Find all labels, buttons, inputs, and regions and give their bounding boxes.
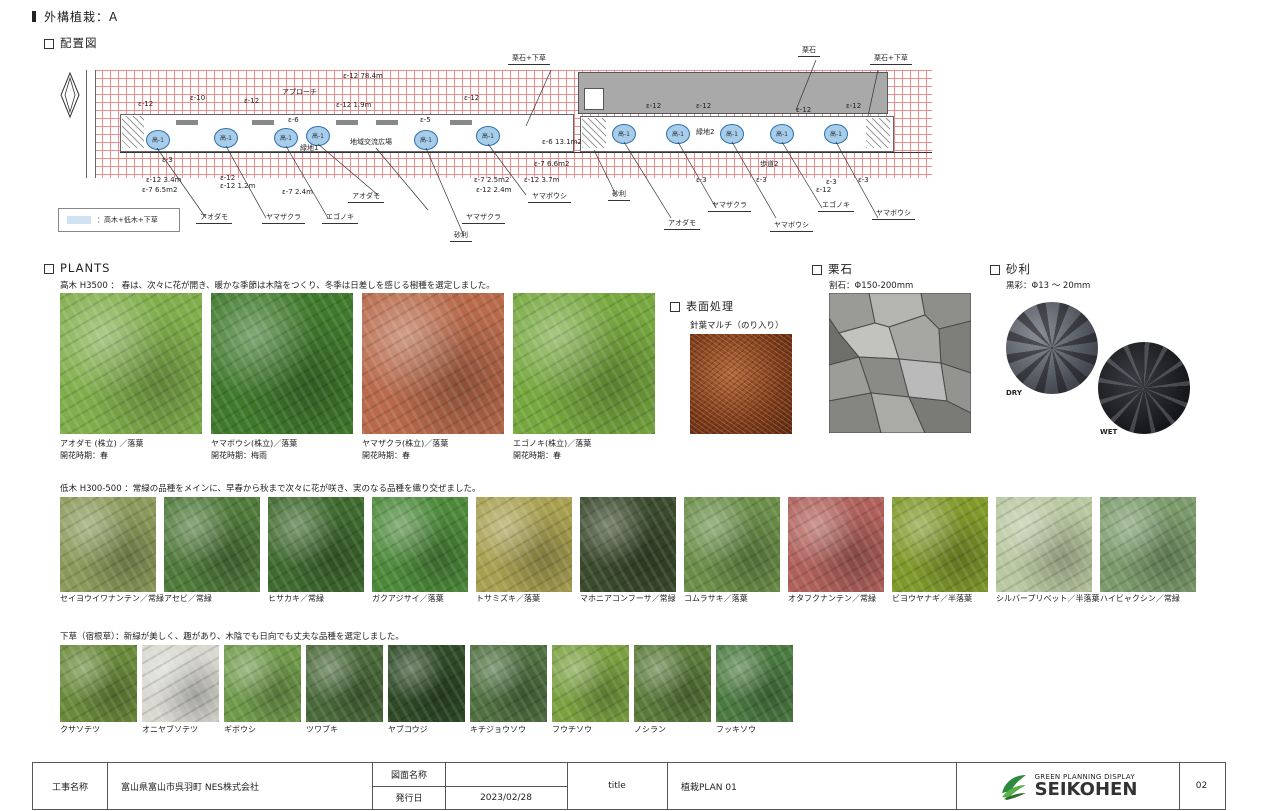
ground-cover-photo [470, 645, 547, 722]
callout-kuriishi: 栗石 [798, 45, 820, 57]
low-shrub-photo [788, 497, 884, 592]
project-label: 工事名称 [33, 763, 108, 809]
drawing-label: 図面名称 [373, 763, 446, 787]
low-shrub-photo [164, 497, 260, 592]
callout-jari: 砂利 [450, 230, 472, 242]
jari-dry-photo [1006, 302, 1098, 394]
callout-aodamo: アオダモ [348, 191, 384, 203]
ground-cover-name: ギボウシ [224, 725, 256, 734]
issue-value: 2023/02/28 [445, 786, 568, 809]
callout-aodamo: アオダモ [664, 218, 700, 230]
ground-cover-photo [224, 645, 301, 722]
ground-cover-name: オニヤブソテツ [142, 725, 198, 734]
tall-tree-photo [362, 293, 504, 434]
jari-caption: 黒彩：Φ13 ～ 20mm [1006, 281, 1091, 291]
low-shrub-name: シルバープリベット／半落葉 [996, 594, 1100, 603]
low-shrub-photo [372, 497, 468, 592]
title-value: 植栽PLAN 01 [667, 763, 957, 809]
ground-cover-photo [60, 645, 137, 722]
low-shrub-photo [268, 497, 364, 592]
callout-kuriishi-shitakusa: 栗石+下草 [870, 53, 912, 65]
low-shrub-name: ハイビャクシン／常緑 [1100, 594, 1180, 603]
low-shrub-name: コムラサキ／落葉 [684, 594, 748, 603]
mulch-photo [690, 334, 792, 434]
jari-wet-photo [1098, 342, 1190, 434]
ground-cover-photo [634, 645, 711, 722]
callout-yamazakura: ヤマザクラ [708, 200, 751, 212]
plan-legend: ：高木+低木+下草 [58, 208, 180, 232]
callout-egonoki: エゴノキ [322, 212, 358, 224]
low-shrub-name: オタフクナンテン／常緑 [788, 594, 876, 603]
page-number: 02 [1195, 781, 1208, 791]
tall-tree-bloom: 開花時期：春 [513, 451, 561, 460]
low-shrub-photo [580, 497, 676, 592]
ground-cover-name: キチジョウソウ [470, 725, 526, 734]
surface-caption: 針葉マルチ（のり入り） [690, 321, 784, 331]
low-shrub-photo [1100, 497, 1196, 592]
low-shrub-photo [476, 497, 572, 592]
kuriishi-photo [829, 293, 971, 433]
callout-aodamo: アオダモ [196, 212, 232, 224]
tall-tree-photo [211, 293, 353, 434]
ground-cover-photo [552, 645, 629, 722]
title-block: 工事名称 富山県富山市呉羽町 NES株式会社 図面名称 発行日 2023/02/… [32, 762, 1226, 810]
low-shrub-name: ヒサカキ／常緑 [268, 594, 324, 603]
tall-tree-name: ヤマボウシ(株立)／落葉 [211, 439, 298, 448]
tall-tree-bloom: 開花時期：梅雨 [211, 451, 267, 460]
tall-tree-name: アオダモ (株立) ／落葉 [60, 439, 144, 448]
callout-egonoki: エゴノキ [818, 200, 854, 212]
ground-cover-name: ヤブコウジ [388, 725, 428, 734]
callout-yamazakura: ヤマザクラ [262, 212, 305, 224]
callout-yamaboushi: ヤマボウシ [770, 220, 813, 232]
ground-cover-name: フッキソウ [716, 725, 756, 734]
layout-plan-heading: 配置図 [44, 35, 98, 51]
plants-heading: PLANTS [44, 261, 110, 275]
low-shrub-photo [684, 497, 780, 592]
jari-wet-label: WET [1100, 428, 1118, 436]
low-shrub-photo [60, 497, 156, 592]
tall-tree-photo [60, 293, 202, 434]
kuriishi-heading: 栗石 [812, 261, 853, 277]
surface-heading: 表面処理 [670, 298, 734, 314]
callout-kuriishi-shitakusa: 栗石+下草 [508, 53, 550, 65]
tall-tree-photo [513, 293, 655, 434]
low-shrub-name: ビヨウヤナギ／半落葉 [892, 594, 972, 603]
tall-tree-bloom: 開花時期：春 [60, 451, 108, 460]
low-shrub-photo [892, 497, 988, 592]
project-value: 富山県富山市呉羽町 NES株式会社 [107, 763, 373, 809]
jari-heading: 砂利 [990, 261, 1031, 277]
jari-dry-label: DRY [1006, 389, 1022, 397]
callout-yamaboushi: ヤマボウシ [528, 191, 571, 203]
callout-jari: 砂利 [608, 189, 630, 201]
tall-tree-name: エゴノキ(株立)／落葉 [513, 439, 592, 448]
ground-cover-photo [388, 645, 465, 722]
ground-cover-name: フウチソウ [552, 725, 592, 734]
leaf-logo-icon [1001, 775, 1026, 800]
ground-cover-name: ノシラン [634, 725, 666, 734]
ground-cover-photo [306, 645, 383, 722]
company-logo: GREEN PLANNING DISPLAY SEIKOHEN [957, 763, 1180, 809]
tall-tree-intro: 高木 H3500 ： 春は、次々に花が開き、暖かな季節は木陰をつくり、冬季は日差… [60, 281, 495, 291]
low-shrub-name: トサミズキ／落葉 [476, 594, 540, 603]
ground-cover-photo [142, 645, 219, 722]
ground-cover-intro: 下草（宿根草）：新緑が美しく、趣があり、木陰でも日向でも丈夫な品種を選定しました… [60, 632, 404, 642]
title-label: title [567, 763, 668, 809]
kuriishi-caption: 割石：Φ150-200mm [829, 281, 914, 291]
low-shrub-name: ガクアジサイ／落葉 [372, 594, 444, 603]
low-shrub-photo [996, 497, 1092, 592]
callout-yamaboushi: ヤマボウシ [872, 208, 915, 220]
callout-yamazakura: ヤマザクラ [462, 212, 505, 224]
low-shrub-name: アセビ／常緑 [164, 594, 212, 603]
ground-cover-name: クサソテツ [60, 725, 100, 734]
low-shrub-name: セイヨウイワナンテン／常緑 [60, 594, 164, 603]
ground-cover-photo [716, 645, 793, 722]
low-shrub-name: マホニアコンフーサ／常緑 [580, 594, 676, 603]
ground-cover-name: ツワブキ [306, 725, 338, 734]
low-shrub-intro: 低木 H300-500 ：常緑の品種をメインに、早春から秋まで次々に花が咲き、実… [60, 484, 481, 494]
tall-tree-bloom: 開花時期：春 [362, 451, 410, 460]
issue-label: 発行日 [373, 786, 446, 809]
layout-plan-drawing: 高-1 高-1 高-1 高-1 高-1 高-1 高-1 高-1 高-1 高-1 … [56, 46, 946, 260]
page-title: 外構植栽：A [32, 8, 118, 25]
tall-tree-name: ヤマザクラ(株立)／落葉 [362, 439, 449, 448]
